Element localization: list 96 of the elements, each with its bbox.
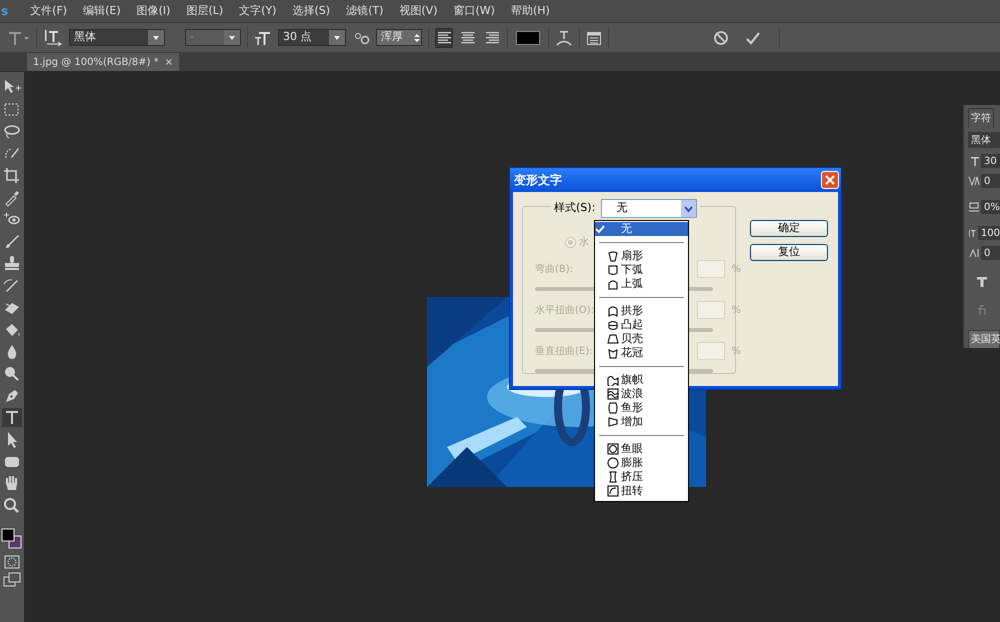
- menu-item[interactable]: 文件(F): [22, 2, 76, 20]
- style-menu-item[interactable]: 上弧: [595, 277, 688, 291]
- warp-shape-icon: [607, 471, 619, 483]
- text-color-swatch[interactable]: [516, 30, 540, 44]
- warp-shape-icon: [607, 278, 619, 290]
- text-orientation-icon[interactable]: [43, 28, 63, 46]
- dialog-button[interactable]: 复位: [750, 244, 828, 261]
- close-icon: [825, 175, 835, 185]
- field-label: 垂直扭曲(E):: [535, 344, 592, 358]
- style-menu-item[interactable]: 鱼形: [595, 401, 688, 415]
- select-value: 无: [616, 200, 628, 216]
- tab-title: 1.jpg @ 100%(RGB/8#) *: [33, 56, 159, 70]
- menu-item[interactable]: 图像(I): [128, 2, 178, 20]
- style-menu-item[interactable]: 挤压: [595, 470, 688, 484]
- panels-icon[interactable]: [586, 30, 602, 46]
- menu-item[interactable]: 图层(L): [178, 2, 232, 20]
- spin-arrows-icon: [413, 32, 421, 44]
- style-menu-item[interactable]: 贝壳: [595, 332, 688, 346]
- menu-item[interactable]: 编辑(E): [75, 2, 129, 20]
- quick-mask-icon[interactable]: [4, 555, 20, 569]
- faux-bold-icon: [976, 276, 988, 288]
- warp-shape-icon: [607, 443, 619, 455]
- menu-item[interactable]: 帮助(H): [502, 2, 558, 20]
- unit-label: %: [731, 262, 741, 276]
- select-value: 黑体: [74, 29, 96, 46]
- font-field[interactable]: 黑体: [968, 132, 1000, 148]
- baseline-shift-icon: [968, 247, 980, 259]
- warp-shape-icon: [607, 347, 619, 359]
- select-value: 30 点: [283, 29, 312, 46]
- warp-shape-icon: [607, 333, 619, 345]
- value-field[interactable]: 0: [981, 246, 1000, 260]
- menu-item[interactable]: 文字(Y): [231, 2, 284, 20]
- warp-shape-icon: [607, 416, 619, 428]
- scale-icon: [968, 201, 980, 213]
- dialog-title: 变形文字: [514, 172, 562, 189]
- select-value: -: [190, 29, 194, 46]
- crop-tool-icon[interactable]: [2, 166, 22, 185]
- style-select[interactable]: 无: [601, 199, 698, 218]
- value-field[interactable]: 100: [978, 226, 1000, 240]
- menu-item[interactable]: 视图(V): [391, 2, 446, 20]
- style-menu-item[interactable]: 膨胀: [595, 456, 688, 470]
- warp-shape-icon: [607, 388, 619, 400]
- warp-shape-icon: [607, 305, 619, 317]
- style-menu-item[interactable]: 扭转: [595, 484, 688, 498]
- ligature-icon: [976, 304, 988, 316]
- style-menu-item[interactable]: 下弧: [595, 263, 688, 277]
- style-menu-item[interactable]: 凸起: [595, 318, 688, 332]
- align-right-icon[interactable]: [484, 30, 500, 45]
- tab-close[interactable]: ×: [164, 54, 174, 70]
- select-value: 浑厚: [381, 29, 403, 46]
- app-logo: s: [1, 3, 8, 20]
- menu-item[interactable]: 窗口(W): [445, 2, 503, 20]
- stamp-tool-icon[interactable]: [2, 254, 22, 273]
- warp-shape-icon: [607, 485, 619, 497]
- align-left-icon[interactable]: [436, 30, 452, 45]
- commit-check-icon[interactable]: [745, 30, 761, 46]
- style-label: 样式(S):: [554, 200, 596, 216]
- warp-shape-icon: [607, 374, 619, 386]
- style-menu-item[interactable]: 花冠: [595, 346, 688, 360]
- cancel-icon[interactable]: [713, 30, 729, 46]
- font-size-select[interactable]: 30 点: [278, 29, 346, 46]
- anti-alias-select[interactable]: 浑厚: [376, 29, 422, 46]
- warp-shape-icon: [607, 457, 619, 469]
- value-field[interactable]: 0%: [981, 200, 1000, 214]
- font-family-select[interactable]: 黑体: [69, 29, 165, 46]
- menu-item[interactable]: 选择(S): [284, 2, 338, 20]
- field-label: 水平扭曲(O):: [535, 304, 594, 318]
- style-menu-item[interactable]: 鱼眼: [595, 442, 688, 456]
- unit-label: %: [731, 304, 741, 318]
- value-field[interactable]: 30: [981, 154, 1000, 168]
- style-menu-item[interactable]: 扇形: [595, 249, 688, 263]
- style-menu-item[interactable]: 波浪: [595, 387, 688, 401]
- document-tab[interactable]: 1.jpg @ 100%(RGB/8#) * ×: [27, 53, 180, 71]
- value-field[interactable]: 0: [981, 174, 1000, 188]
- screen-mode-icon[interactable]: [3, 572, 21, 588]
- panel-tab[interactable]: 字符: [968, 108, 994, 128]
- warp-shape-icon: [607, 319, 619, 331]
- style-menu-item[interactable]: 增加: [595, 415, 688, 429]
- unit-label: %: [731, 344, 741, 358]
- radio-label: 水: [579, 236, 589, 250]
- style-menu-item[interactable]: 拱形: [595, 304, 688, 318]
- leading-icon: [968, 227, 977, 239]
- close-button[interactable]: [821, 171, 839, 189]
- font-size-icon: [968, 155, 980, 167]
- warp-shape-icon: [607, 250, 619, 262]
- align-center-icon[interactable]: [460, 30, 476, 45]
- field-label: 弯曲(B):: [535, 262, 574, 276]
- warp-shape-icon: [607, 402, 619, 414]
- warp-text-icon[interactable]: [555, 28, 573, 46]
- style-menu-item[interactable]: 旗帜: [595, 373, 688, 387]
- style-menu-item[interactable]: 无: [595, 222, 688, 236]
- dialog-button[interactable]: 确定: [750, 220, 828, 237]
- menu-item[interactable]: 滤镜(T): [338, 2, 392, 20]
- warp-shape-icon: [607, 264, 619, 276]
- caret-icon: [684, 204, 694, 212]
- tracking-icon: [968, 175, 980, 187]
